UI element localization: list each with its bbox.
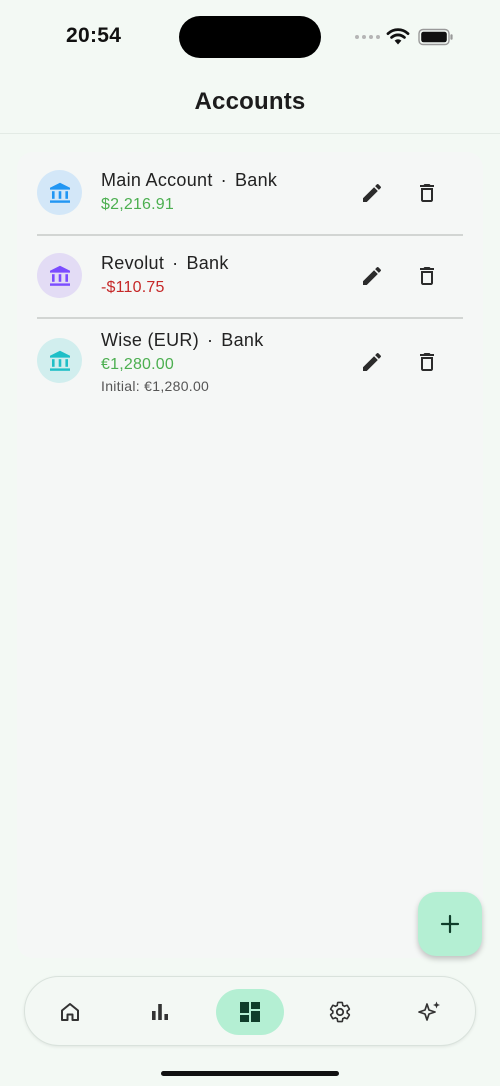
title-separator: · bbox=[172, 253, 179, 273]
account-balance: -$110.75 bbox=[101, 279, 165, 296]
account-initial-balance: Initial: €1,280.00 bbox=[101, 378, 210, 394]
account-type: Bank bbox=[186, 253, 229, 273]
gear-icon bbox=[329, 1001, 351, 1023]
account-avatar bbox=[37, 253, 82, 298]
status-bar: 20:54 bbox=[0, 0, 500, 70]
bank-icon bbox=[49, 182, 70, 203]
account-balance: €1,280.00 bbox=[101, 356, 174, 373]
account-info: Revolut · Bank -$110.75 bbox=[101, 253, 229, 297]
plus-icon bbox=[440, 914, 460, 934]
delete-button[interactable] bbox=[409, 175, 445, 211]
add-account-button[interactable] bbox=[418, 892, 482, 956]
app-bar: Accounts bbox=[0, 70, 500, 134]
account-row[interactable]: Main Account · Bank $2,216.91 bbox=[17, 152, 483, 234]
delete-button[interactable] bbox=[409, 258, 445, 294]
status-time: 20:54 bbox=[66, 24, 122, 47]
account-name: Main Account bbox=[101, 170, 213, 190]
account-type: Bank bbox=[234, 170, 278, 190]
pencil-icon bbox=[363, 183, 382, 202]
account-balance: $2,216.91 bbox=[101, 196, 174, 213]
edit-button[interactable] bbox=[354, 258, 390, 294]
account-row[interactable]: Revolut · Bank -$110.75 bbox=[17, 235, 483, 317]
trash-icon bbox=[420, 353, 434, 371]
account-title: Main Account · Bank bbox=[101, 170, 277, 191]
trash-icon bbox=[420, 184, 434, 202]
account-title: Revolut · Bank bbox=[101, 253, 229, 274]
nav-accounts[interactable] bbox=[216, 989, 284, 1035]
account-avatar bbox=[37, 170, 82, 215]
trash-icon bbox=[420, 267, 434, 285]
nav-statistics[interactable] bbox=[126, 989, 194, 1035]
bank-icon bbox=[49, 350, 70, 371]
wifi-icon bbox=[386, 28, 410, 45]
account-info: Main Account · Bank $2,216.91 bbox=[101, 170, 277, 214]
sparkles-icon bbox=[418, 1001, 440, 1021]
account-avatar bbox=[37, 338, 82, 383]
delete-button[interactable] bbox=[409, 344, 445, 380]
account-type: Bank bbox=[221, 330, 264, 350]
cellular-signal-icon bbox=[355, 35, 381, 41]
account-name: Wise (EUR) bbox=[101, 330, 199, 350]
app-screen: 20:54 Accounts Main Account · Bank $2,21… bbox=[0, 0, 500, 1086]
edit-button[interactable] bbox=[354, 344, 390, 380]
nav-ai-assistant[interactable] bbox=[396, 989, 464, 1035]
pencil-icon bbox=[363, 352, 382, 371]
title-separator: · bbox=[207, 330, 214, 350]
nav-settings[interactable] bbox=[306, 989, 374, 1035]
bar-chart-icon bbox=[152, 1004, 168, 1020]
accounts-list: Main Account · Bank $2,216.91 Revolut · … bbox=[17, 152, 483, 958]
account-row[interactable]: Wise (EUR) · Bank €1,280.00 Initial: €1,28… bbox=[17, 318, 483, 410]
nav-home[interactable] bbox=[36, 989, 104, 1035]
page-title: Accounts bbox=[194, 88, 306, 115]
home-icon bbox=[61, 1003, 79, 1021]
account-name: Revolut bbox=[101, 253, 165, 273]
edit-button[interactable] bbox=[354, 175, 390, 211]
battery-icon bbox=[418, 28, 453, 46]
pencil-icon bbox=[363, 266, 382, 285]
dashboard-icon bbox=[240, 1002, 260, 1022]
account-title: Wise (EUR) · Bank bbox=[101, 330, 264, 351]
title-separator: · bbox=[220, 170, 227, 190]
home-indicator bbox=[161, 1071, 339, 1076]
account-info: Wise (EUR) · Bank €1,280.00 Initial: €1,28… bbox=[101, 330, 264, 394]
bank-icon bbox=[49, 265, 70, 286]
bottom-nav bbox=[24, 976, 476, 1046]
dynamic-island bbox=[179, 16, 321, 58]
